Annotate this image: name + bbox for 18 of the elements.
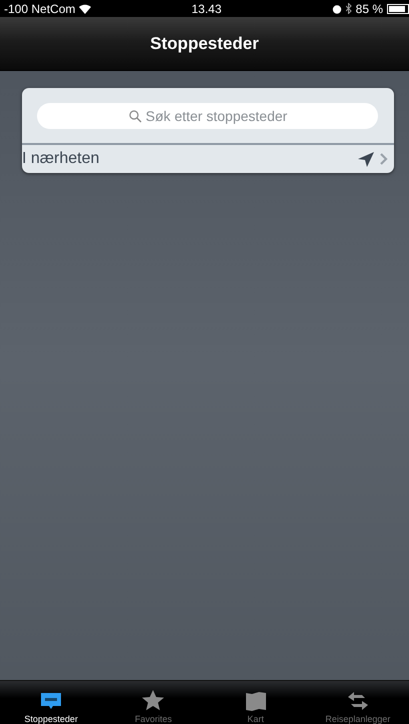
nav-title: Stoppesteder <box>150 34 259 54</box>
carrier-text: -100 NetCom <box>4 2 76 16</box>
battery-icon <box>387 4 409 14</box>
star-icon <box>142 690 164 711</box>
clock-time: 13.43 <box>191 2 222 16</box>
tab-bar-item[interactable]: Stoppesteder <box>0 681 102 724</box>
tab-bar-item[interactable]: Kart <box>204 681 307 724</box>
map-icon <box>246 691 266 711</box>
battery-percent: 85 % <box>356 2 383 16</box>
bluetooth-icon <box>346 3 352 14</box>
chevron-icon <box>380 153 388 165</box>
search-field[interactable]: Søk etter stoppesteder <box>37 103 378 129</box>
tab-bar-item[interactable]: Reiseplanlegger <box>306 681 409 724</box>
swap-arrows-icon <box>346 691 370 711</box>
tab-bar-item[interactable]: Favorites <box>102 681 204 724</box>
wifi-icon <box>79 4 92 14</box>
list-row[interactable]: I nærheten <box>22 145 394 173</box>
location-arrow-icon <box>358 152 374 166</box>
